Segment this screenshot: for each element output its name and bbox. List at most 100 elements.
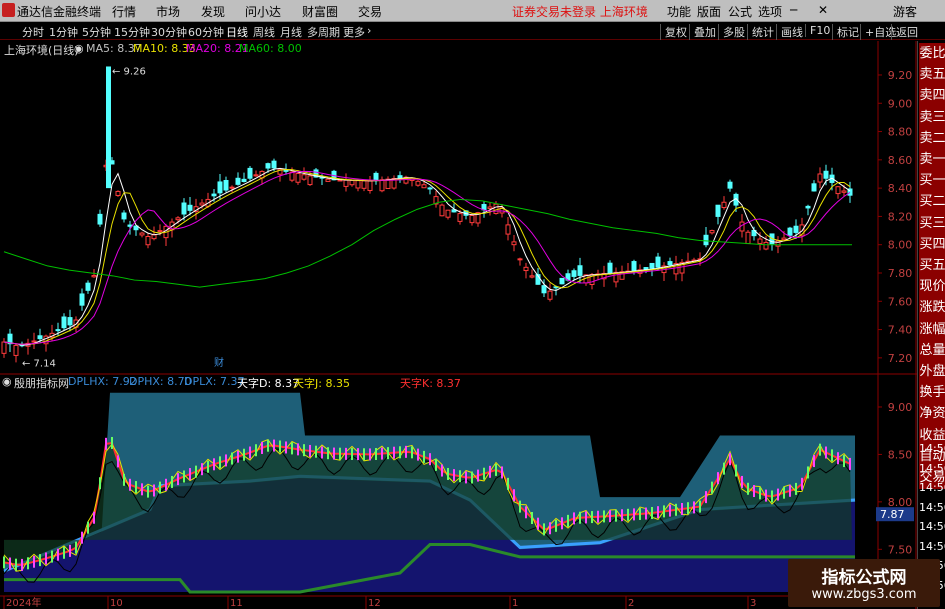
candle-body bbox=[307, 175, 313, 186]
settings-icon[interactable]: ◉ bbox=[74, 42, 84, 55]
quote-field-label[interactable]: 卖五 bbox=[919, 64, 945, 87]
settings-icon[interactable]: ◉ bbox=[2, 375, 12, 388]
candle-body bbox=[703, 234, 709, 246]
candle-body bbox=[517, 258, 523, 261]
quote-field-label[interactable]: 净资 bbox=[919, 403, 945, 426]
candle-body bbox=[115, 190, 121, 196]
candle-body bbox=[1, 341, 7, 354]
quote-field-label[interactable]: 涨跌 bbox=[919, 297, 945, 320]
candle-body bbox=[241, 178, 247, 183]
candle-body bbox=[469, 214, 475, 224]
watermark-title: 指标公式网 bbox=[821, 568, 907, 588]
ma60-label: MA60: 8.00 bbox=[239, 42, 302, 55]
y-tick-label: 9.00 bbox=[888, 401, 913, 414]
quote-field-label[interactable]: 卖一 bbox=[919, 149, 945, 171]
x-tick-label: 2024年 bbox=[6, 596, 41, 609]
quote-side-panel: 委比 卖五 卖四 卖三 卖二 卖一 买一 买二 买三 买四 买五 现价 涨跌 涨幅 总量 外盘 换手 净资 收益 自动… bbox=[917, 41, 945, 609]
candle-body bbox=[67, 317, 73, 326]
main-chart-header: 上海环境(日线) ◉ MA5: 8.37 MA10: 8.33 MA20: 8.… bbox=[0, 41, 880, 58]
site-watermark: 指标公式网 www.zbgs3.com bbox=[788, 559, 940, 607]
quote-field-label[interactable]: 现价 bbox=[919, 276, 945, 299]
y-tick-label: 7.40 bbox=[888, 324, 913, 337]
tick-time: 14:56 bbox=[919, 461, 945, 475]
x-tick-label: 1 bbox=[512, 598, 518, 609]
tianzi-d-label: 天字D: 8.37 bbox=[237, 377, 300, 390]
quote-field-label[interactable]: 委比 bbox=[919, 43, 945, 65]
quote-field-label[interactable]: 卖四 bbox=[919, 85, 945, 108]
dplhx-label: DPLHX: 7.92 bbox=[68, 375, 137, 388]
dphx-label: DPHX: 8.70 bbox=[129, 375, 192, 388]
candle-body bbox=[355, 180, 361, 189]
quote-field-label[interactable]: 卖三 bbox=[919, 106, 945, 129]
quote-field-label[interactable]: 买二 bbox=[919, 191, 945, 214]
candle-body bbox=[571, 270, 577, 277]
x-tick-label: 11 bbox=[230, 598, 243, 609]
candle-body bbox=[457, 213, 463, 222]
candle-body bbox=[793, 225, 799, 233]
candle-body bbox=[541, 285, 547, 294]
candle-body bbox=[709, 230, 715, 234]
dplx-label: DPLX: 7.37 bbox=[184, 375, 245, 388]
candle-body bbox=[295, 173, 301, 183]
candle-body bbox=[181, 202, 187, 215]
quote-field-label[interactable]: 换手 bbox=[919, 382, 945, 405]
y-tick-label: 7.20 bbox=[888, 352, 913, 365]
candle-body bbox=[151, 234, 157, 240]
candle-body bbox=[91, 274, 97, 278]
y-tick-label: 7.50 bbox=[888, 543, 913, 556]
candle-body bbox=[367, 180, 373, 192]
candle-body bbox=[61, 316, 67, 329]
candle-body bbox=[199, 202, 205, 206]
candle-body bbox=[283, 169, 289, 172]
y-tick-label: 9.20 bbox=[888, 69, 913, 82]
quote-field-label[interactable]: 买三 bbox=[919, 212, 945, 235]
candle-body bbox=[547, 290, 553, 300]
candle-body bbox=[823, 170, 829, 179]
indicator-name[interactable]: 殷朋指标网 bbox=[14, 375, 69, 391]
quote-field-label[interactable]: 总量 bbox=[919, 339, 945, 362]
x-tick-label: 3 bbox=[750, 598, 756, 609]
y-tick-label: 7.60 bbox=[888, 295, 913, 308]
candle-body bbox=[493, 203, 499, 214]
candle-body bbox=[343, 179, 349, 187]
candle-body bbox=[247, 167, 253, 179]
tick-time: 14:56 bbox=[919, 481, 945, 494]
candle-body bbox=[175, 217, 181, 221]
candle-body bbox=[85, 282, 91, 291]
candle-body bbox=[415, 180, 421, 186]
candle-body bbox=[763, 241, 769, 250]
quote-field-label[interactable]: 买一 bbox=[919, 170, 945, 193]
quote-field-label[interactable]: 卖二 bbox=[919, 127, 945, 150]
tick-time: 14:56 bbox=[919, 539, 945, 553]
stock-name[interactable]: 上海环境(日线) bbox=[4, 42, 79, 58]
current-value-text: 7.87 bbox=[880, 508, 905, 521]
candle-body bbox=[187, 204, 193, 211]
candle-body bbox=[397, 175, 403, 179]
candle-body bbox=[649, 262, 655, 269]
y-tick-label: 7.80 bbox=[888, 267, 913, 280]
tick-time: 14:56 bbox=[919, 442, 945, 455]
main-panel-bg bbox=[0, 41, 917, 374]
candle-body bbox=[139, 232, 145, 236]
candle-body bbox=[787, 227, 793, 236]
candle-body bbox=[487, 206, 493, 210]
x-tick-label: 2 bbox=[628, 598, 634, 609]
chart-canvas[interactable]: 9.20 9.00 8.80 8.60 8.40 8.20 8.00 7.80 7.60 7.40… bbox=[0, 0, 917, 609]
candle-body bbox=[379, 179, 385, 192]
y-tick-label: 8.60 bbox=[888, 154, 913, 167]
candle-body bbox=[325, 178, 331, 182]
candle-body bbox=[271, 160, 277, 169]
candle-body bbox=[721, 201, 727, 209]
indicator-header: ◉ 殷朋指标网 DPLHX: 7.92 DPHX: 8.70 DPLX: 7.3… bbox=[0, 374, 880, 391]
quote-field-label[interactable]: 买四 bbox=[919, 233, 945, 256]
candle-body bbox=[211, 193, 217, 197]
x-tick-label: 12 bbox=[368, 598, 381, 609]
candle-body bbox=[835, 186, 841, 195]
quote-field-label[interactable]: 外盘 bbox=[919, 361, 945, 383]
candle-body bbox=[715, 204, 721, 217]
tianzi-j-label: 天字J: 8.35 bbox=[293, 377, 350, 390]
y-tick-label: 8.20 bbox=[888, 210, 913, 223]
candle-body bbox=[439, 204, 445, 217]
quote-field-label[interactable]: 涨幅 bbox=[919, 318, 945, 341]
quote-field-label[interactable]: 买五 bbox=[919, 255, 945, 277]
